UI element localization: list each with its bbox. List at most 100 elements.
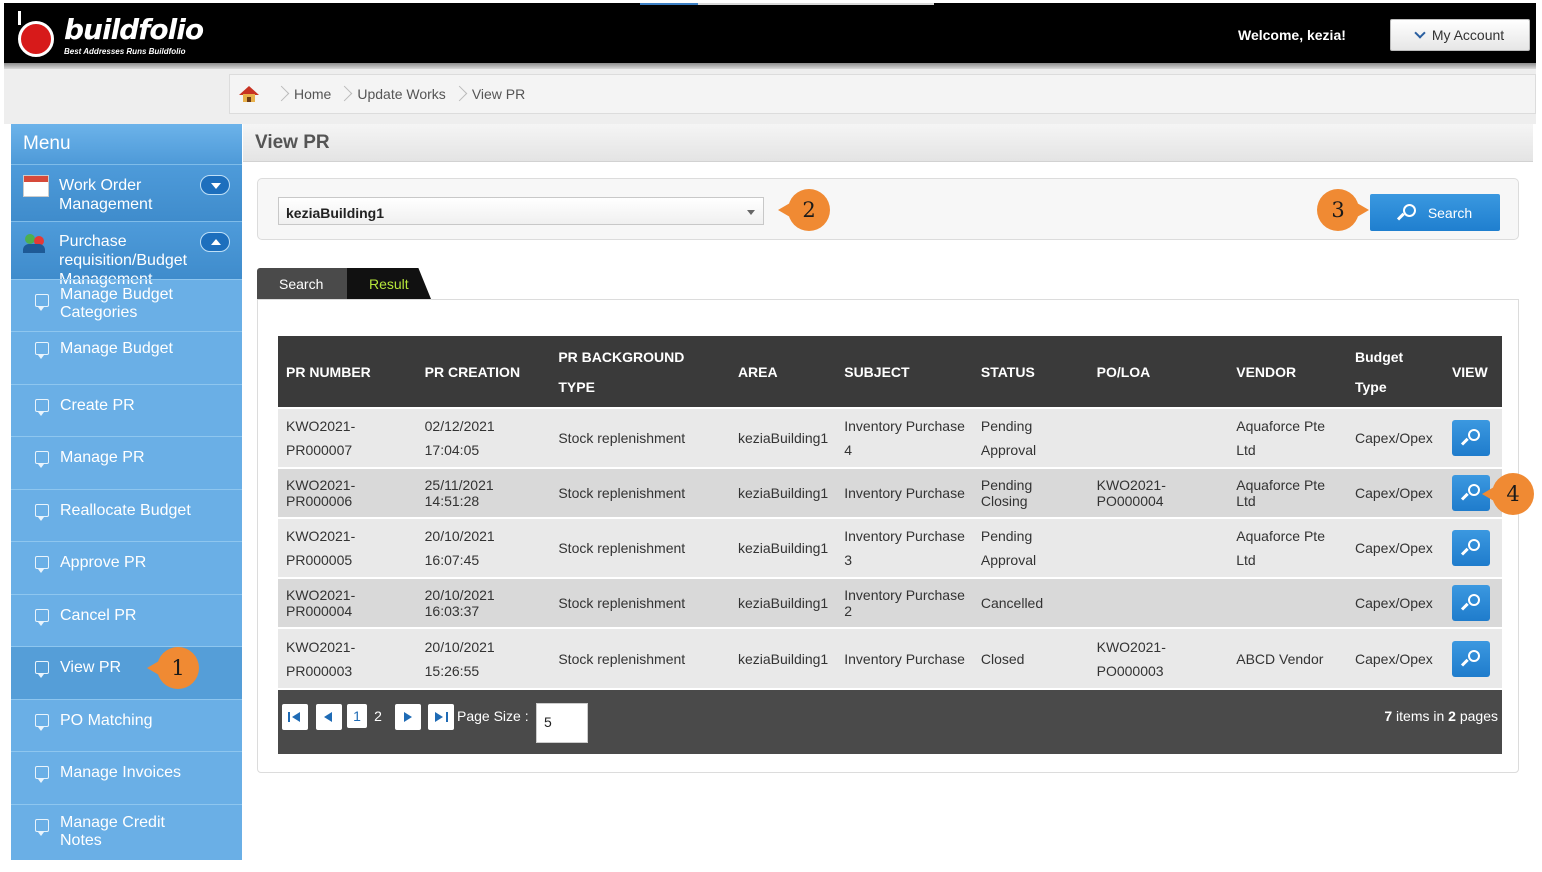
my-account-label: My Account (1431, 27, 1505, 43)
cell-view (1443, 627, 1502, 688)
sidebar-item-label: Reallocate Budget (60, 501, 191, 519)
page-size-input[interactable]: 5 (536, 703, 588, 743)
search-icon (1460, 484, 1480, 502)
cell-budget-type: Capex/Opex (1346, 627, 1444, 688)
view-button[interactable] (1451, 640, 1490, 677)
logo-stem (18, 11, 21, 25)
cell-po-loa (1088, 407, 1229, 468)
logo-circle-icon (18, 21, 54, 57)
col-pr-number[interactable]: PR NUMBER (278, 336, 417, 408)
col-view: VIEW (1443, 336, 1502, 408)
breadcrumb-view-pr: View PR (471, 86, 526, 102)
view-button[interactable] (1451, 585, 1490, 621)
search-icon (1460, 594, 1480, 612)
cell-area: keziaBuilding1 (729, 627, 837, 688)
sidebar-item-label: PO Matching (60, 711, 153, 729)
cell-vendor: Aquaforce Pte Ltd (1228, 407, 1347, 468)
table-row: KWO2021- PR000007 02/12/2021 17:04:05 Stoc… (278, 407, 1502, 468)
cell-vendor (1228, 577, 1347, 628)
callout-number: 3 (1331, 198, 1345, 222)
chevron-down-icon (1414, 27, 1426, 39)
callout-3: 3 (1317, 189, 1369, 231)
sidebar-group-label: Work Order Management (59, 177, 153, 213)
breadcrumb-separator (276, 82, 286, 106)
cell-subject: Inventory Purchase 4 (836, 407, 973, 468)
sidebar-item-manage-invoices[interactable]: Manage Invoices (11, 751, 242, 804)
cell-view (1443, 517, 1502, 578)
sidebar-group-work-order[interactable]: Work Order Management (11, 164, 242, 221)
header-accent-line (640, 3, 698, 5)
col-area[interactable]: AREA (729, 336, 837, 408)
view-button[interactable] (1451, 530, 1490, 566)
cell-view (1443, 407, 1502, 468)
col-vendor[interactable]: VENDOR (1228, 336, 1347, 408)
page-size-label: Page Size : (457, 708, 529, 724)
cell-view (1443, 577, 1502, 628)
breadcrumb-update-works[interactable]: Update Works (357, 86, 445, 102)
sidebar-item-manage-budget[interactable]: Manage Budget (11, 331, 242, 384)
cell-area: keziaBuilding1 (729, 467, 837, 518)
cell-bg-type: Stock replenishment (550, 577, 730, 628)
cell-po-loa (1088, 517, 1229, 578)
cell-area: keziaBuilding1 (729, 577, 837, 628)
col-header-line: PR BACKGROUND (558, 348, 685, 365)
sidebar-item-cancel-pr[interactable]: Cancel PR (11, 593, 242, 647)
collapse-toggle[interactable] (200, 232, 230, 252)
cell-subject: Inventory Purchase 2 (836, 577, 973, 628)
sidebar-item-view-pr[interactable]: View PR (11, 646, 242, 699)
col-header-line: Type (1354, 378, 1387, 395)
tab-result[interactable]: Result (347, 268, 431, 299)
sidebar-item-reallocate-budget[interactable]: Reallocate Budget (11, 488, 242, 542)
col-header-line: Budget (1354, 348, 1404, 365)
search-button[interactable]: Search (1370, 194, 1500, 231)
callout-pointer (778, 203, 790, 217)
first-page-icon (292, 712, 300, 722)
sidebar-item-manage-budget-categories[interactable]: Manage Budget Categories (11, 279, 242, 331)
logo-text: buildfolio (64, 13, 204, 46)
building-select[interactable]: keziaBuilding1 (278, 197, 764, 225)
col-status[interactable]: STATUS (972, 336, 1089, 408)
sidebar-group-purchase-requisition[interactable]: Purchase requisition/Budget Management (11, 221, 242, 288)
table-row: KWO2021- PR000006 25/11/2021 14:51:28 Stoc… (278, 467, 1502, 518)
cell-pr-number: KWO2021- PR000007 (278, 407, 417, 468)
col-header-line: TYPE (558, 378, 595, 395)
sidebar-item-manage-credit-notes[interactable]: Manage Credit Notes (11, 803, 242, 857)
breadcrumb-home[interactable]: Home (294, 86, 331, 102)
sidebar-item-approve-pr[interactable]: Approve PR (11, 541, 242, 594)
cell-status: Closed (972, 627, 1089, 688)
sidebar-item-label: Manage PR (60, 449, 145, 466)
sidebar-item-label: Manage Budget Categories (60, 286, 173, 321)
page-number-current[interactable]: 1 (347, 704, 367, 728)
col-pr-creation[interactable]: PR CREATION (416, 336, 551, 408)
sidebar-item-create-pr[interactable]: Create PR (11, 383, 242, 437)
col-po-loa[interactable]: PO/LOA (1088, 336, 1229, 408)
callout-number: 1 (171, 656, 185, 680)
sidebar-item-po-matching[interactable]: PO Matching (11, 698, 242, 752)
cell-subject: Inventory Purchase (836, 627, 973, 688)
next-page-button[interactable] (395, 704, 421, 730)
cell-bg-type: Stock replenishment (550, 407, 730, 468)
sidebar-item-label: Cancel PR (60, 606, 137, 624)
cell-vendor: Aquaforce Pte Ltd (1228, 467, 1347, 518)
tab-search[interactable]: Search (257, 268, 347, 299)
calendar-icon (23, 175, 49, 197)
prev-page-button[interactable] (316, 704, 342, 730)
first-page-button[interactable] (282, 704, 308, 730)
cell-pr-creation: 02/12/2021 17:04:05 (416, 407, 551, 468)
cell-pr-number: KWO2021- PR000004 (278, 577, 417, 628)
col-pr-background-type[interactable]: PR BACKGROUND TYPE (550, 336, 730, 408)
table-header-row: PR NUMBER PR CREATION PR BACKGROUND TYPE… (278, 336, 1502, 408)
page-number[interactable]: 2 (368, 704, 388, 728)
search-button-label: Search (1427, 204, 1473, 221)
view-button[interactable] (1451, 420, 1490, 456)
comment-icon (35, 451, 49, 468)
last-page-button[interactable] (428, 704, 454, 730)
col-budget-type[interactable]: Budget Type (1346, 336, 1444, 408)
buildfolio-logo[interactable]: buildfolio Best Addresses Runs Buildfoli… (14, 9, 204, 59)
home-icon-link[interactable] (230, 75, 268, 113)
col-subject[interactable]: SUBJECT (836, 336, 973, 408)
sidebar-item-manage-pr[interactable]: Manage PR (11, 436, 242, 489)
expand-toggle[interactable] (200, 175, 230, 195)
cell-pr-creation: 20/10/2021 16:03:37 (416, 577, 551, 628)
my-account-button[interactable]: My Account (1390, 19, 1530, 51)
